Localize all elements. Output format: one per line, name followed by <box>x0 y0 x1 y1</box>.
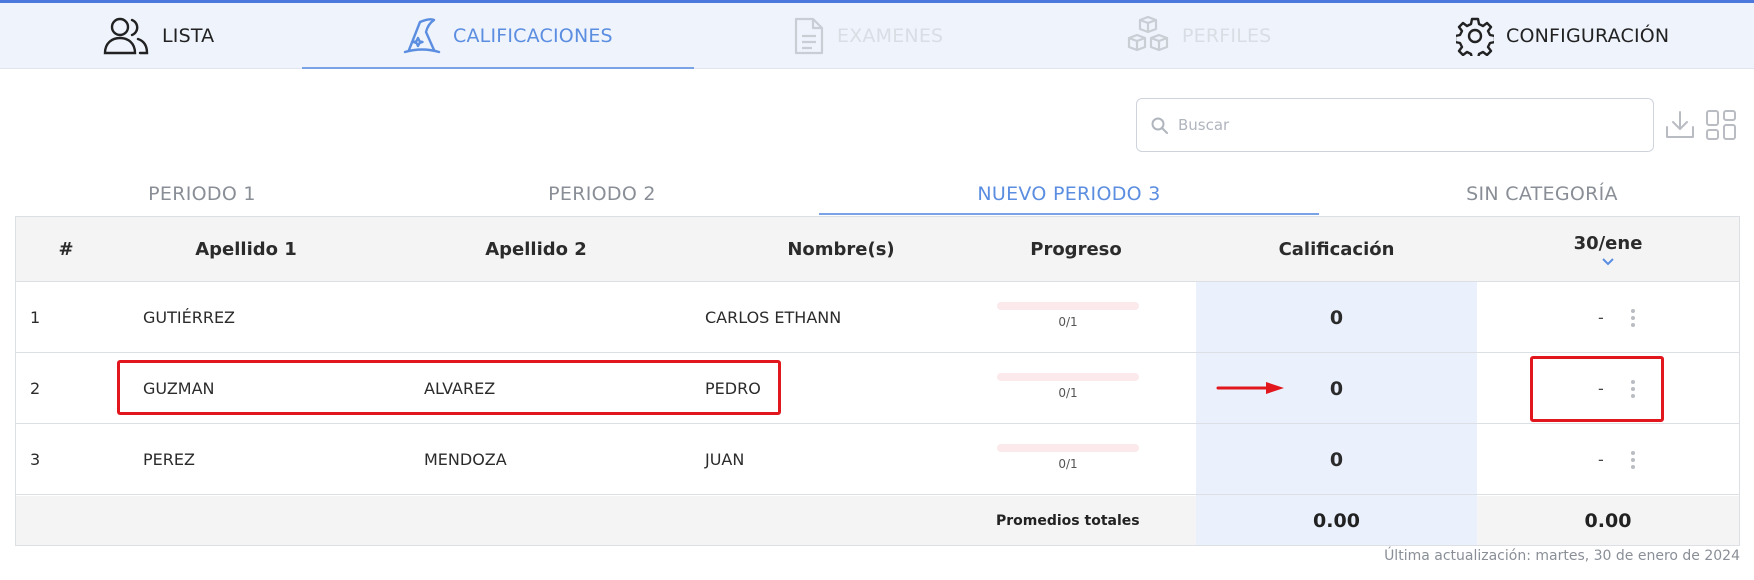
calificacion-cell: 0 <box>1329 306 1344 329</box>
progress-bar <box>997 302 1139 310</box>
calificacion-cell: 0 <box>1329 448 1344 471</box>
tab-periodo-1[interactable]: PERIODO 1 <box>16 172 388 216</box>
download-button[interactable] <box>1664 108 1696 142</box>
nav-calificaciones-label: CALIFICACIONES <box>453 25 613 47</box>
nav-configuracion-label: CONFIGURACIÓN <box>1506 25 1670 47</box>
last-updated-text: Última actualización: martes, 30 de ener… <box>1384 548 1740 564</box>
highlight-box-student <box>117 360 781 415</box>
progress-indicator: 0/1 <box>997 444 1139 471</box>
totals-label: Promedios totales <box>996 512 1140 529</box>
progress-text: 0/1 <box>1058 315 1078 329</box>
cubes-icon <box>1127 16 1169 52</box>
nav-perfiles-label: PERFILES <box>1182 25 1272 47</box>
gear-icon <box>1456 17 1494 56</box>
nav-examenes-label: EXAMENES <box>837 25 944 47</box>
chevron-down-icon <box>1602 258 1614 266</box>
tab-nuevo-periodo-3[interactable]: NUEVO PERIODO 3 <box>819 172 1319 216</box>
wizard-hat-icon <box>403 18 441 54</box>
tab-sin-categoria[interactable]: SIN CATEGORÍA <box>1356 172 1728 216</box>
progress-bar <box>997 444 1139 452</box>
annotation-arrow-icon <box>1216 382 1284 394</box>
progress-indicator: 0/1 <box>997 302 1139 329</box>
header-apellido-2[interactable]: Apellido 2 <box>416 217 656 282</box>
more-options-icon[interactable] <box>1630 451 1636 469</box>
table-row[interactable]: 3 PEREZ MENDOZA JUAN 0/1 0 - <box>16 424 1739 495</box>
nombre-cell: CARLOS ETHANN <box>705 308 842 327</box>
nav-active-underline <box>302 67 694 69</box>
row-number: 1 <box>30 308 41 327</box>
document-icon <box>794 17 824 55</box>
nav-lista[interactable]: LISTA <box>102 3 214 69</box>
progress-bar <box>997 373 1139 381</box>
header-nombres[interactable]: Nombre(s) <box>696 217 986 282</box>
nav-lista-label: LISTA <box>162 25 215 47</box>
search-input[interactable] <box>1178 116 1618 134</box>
period-tabs: PERIODO 1 PERIODO 2 NUEVO PERIODO 3 SIN … <box>16 172 1740 216</box>
header-date-column[interactable]: 30/ene <box>1477 217 1739 282</box>
nav-calificaciones[interactable]: CALIFICACIONES <box>403 3 613 69</box>
highlight-box-date-cell <box>1530 356 1664 422</box>
progress-text: 0/1 <box>1058 386 1078 400</box>
nav-perfiles[interactable]: PERFILES <box>1126 3 1271 69</box>
search-box[interactable] <box>1136 98 1654 152</box>
grid-view-button[interactable] <box>1704 108 1738 142</box>
row-number: 2 <box>30 379 41 398</box>
nav-examenes[interactable]: EXAMENES <box>793 3 943 69</box>
progress-text: 0/1 <box>1058 457 1078 471</box>
more-options-icon[interactable] <box>1630 309 1636 327</box>
nombre-cell: JUAN <box>705 450 745 469</box>
progress-indicator: 0/1 <box>997 373 1139 400</box>
top-navigation: LISTA CALIFICACIONES EXAMENES PERFILES C… <box>0 3 1754 69</box>
header-apellido-1[interactable]: Apellido 1 <box>136 217 356 282</box>
nav-configuracion[interactable]: CONFIGURACIÓN <box>1456 3 1669 69</box>
apellido-1-cell: GUTIÉRREZ <box>143 308 236 327</box>
date-grade-cell[interactable]: - <box>1598 282 1604 353</box>
totals-calificacion: 0.00 <box>1313 509 1360 532</box>
search-icon <box>1151 117 1168 134</box>
totals-date-column: 0.00 <box>1584 509 1632 532</box>
tab-active-underline <box>819 213 1319 215</box>
header-progreso: Progreso <box>1030 239 1122 260</box>
apellido-1-cell: PEREZ <box>143 450 195 469</box>
apellido-2-cell: MENDOZA <box>424 450 507 469</box>
users-icon <box>103 17 149 55</box>
header-date-label: 30/ene <box>1573 233 1643 254</box>
download-icon <box>1666 111 1694 138</box>
table-header: # Apellido 1 Apellido 2 Nombre(s) Progre… <box>16 217 1739 282</box>
header-calificacion: Calificación <box>1278 239 1395 260</box>
totals-row: Promedios totales 0.00 0.00 <box>16 496 1739 545</box>
date-grade-cell[interactable]: - <box>1598 424 1604 495</box>
tab-periodo-2[interactable]: PERIODO 2 <box>416 172 788 216</box>
header-number: # <box>58 239 74 260</box>
table-row[interactable]: 1 GUTIÉRREZ CARLOS ETHANN 0/1 0 - <box>16 282 1739 353</box>
grid-view-icon <box>1706 110 1736 140</box>
row-number: 3 <box>30 450 41 469</box>
